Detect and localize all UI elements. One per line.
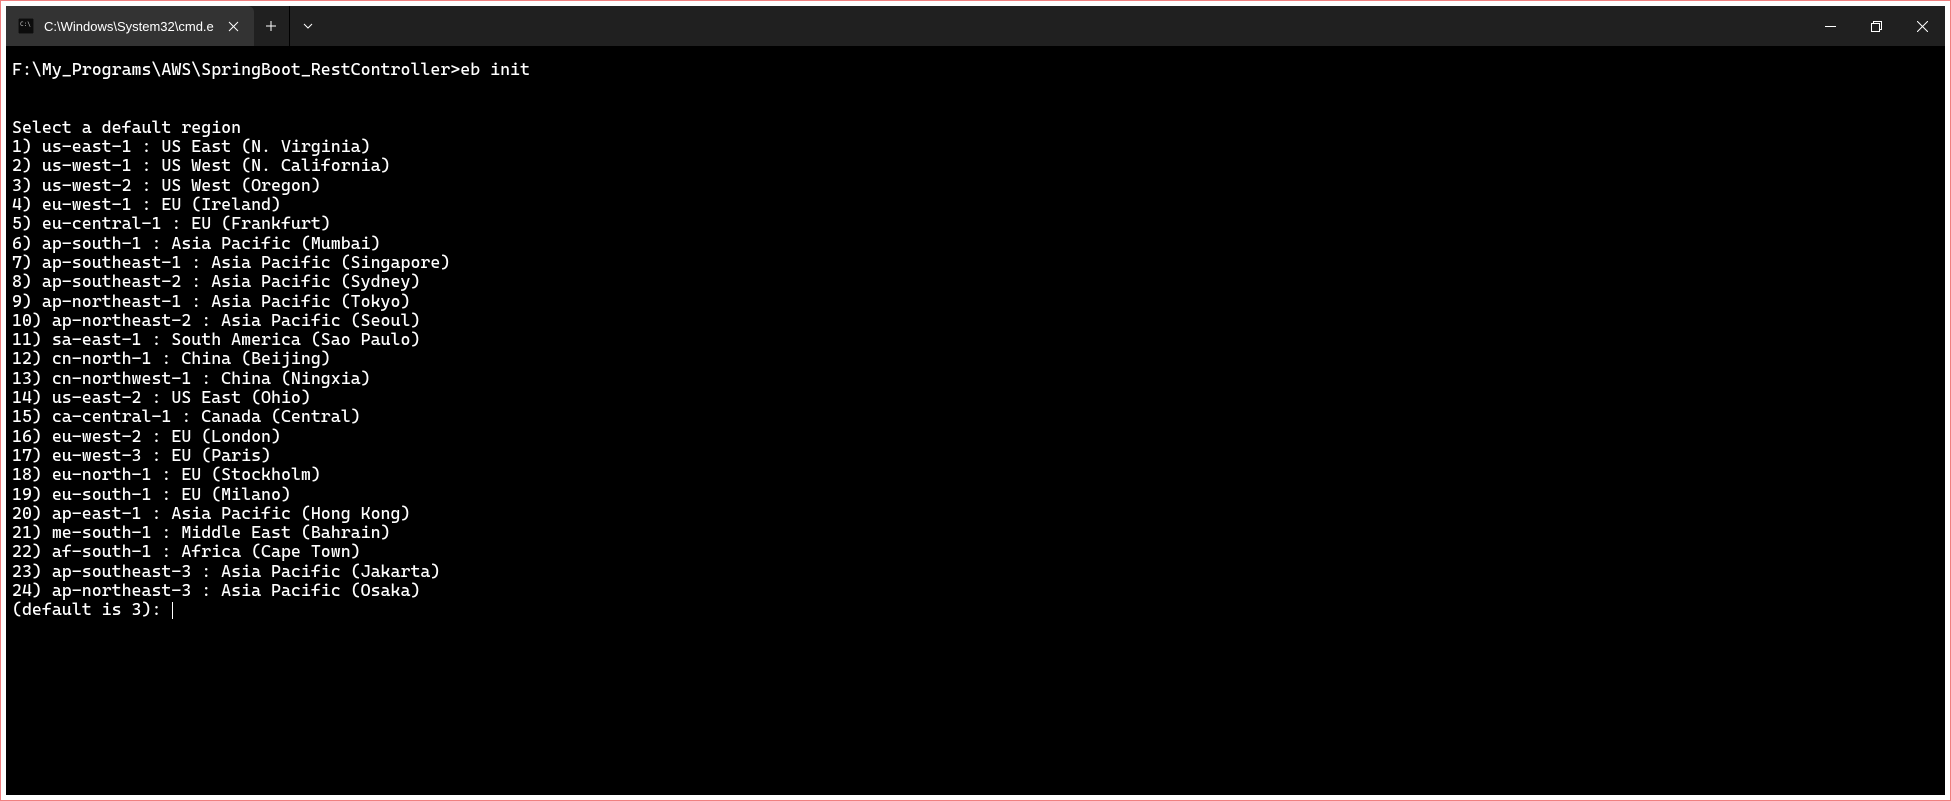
input-prompt: (default is 3): xyxy=(12,599,171,619)
tab-title: C:\Windows\System32\cmd.e xyxy=(44,19,214,34)
terminal-content[interactable]: F:\My_Programs\AWS\SpringBoot_RestContro… xyxy=(6,46,1945,795)
region-heading: Select a default region xyxy=(12,117,241,137)
terminal-window: C:\ C:\Windows\System32\cmd.e xyxy=(6,6,1945,795)
screenshot-wrapper: C:\ C:\Windows\System32\cmd.e xyxy=(0,0,1951,801)
svg-text:C:\: C:\ xyxy=(20,21,31,28)
cmd-icon: C:\ xyxy=(18,18,34,34)
minimize-button[interactable] xyxy=(1807,6,1853,46)
tab-close-button[interactable] xyxy=(224,16,244,36)
titlebar-left: C:\ C:\Windows\System32\cmd.e xyxy=(6,6,326,46)
new-tab-button[interactable] xyxy=(254,6,290,46)
tab-dropdown-button[interactable] xyxy=(290,6,326,46)
region-list: 1) us-east-1 : US East (N. Virginia) 2) … xyxy=(12,136,450,600)
cursor xyxy=(172,602,173,619)
prompt-path: F:\My_Programs\AWS\SpringBoot_RestContro… xyxy=(12,59,460,79)
active-tab[interactable]: C:\ C:\Windows\System32\cmd.e xyxy=(6,6,254,46)
titlebar[interactable]: C:\ C:\Windows\System32\cmd.e xyxy=(6,6,1945,46)
maximize-button[interactable] xyxy=(1853,6,1899,46)
typed-command: eb init xyxy=(460,59,530,79)
window-controls xyxy=(1807,6,1945,46)
close-button[interactable] xyxy=(1899,6,1945,46)
